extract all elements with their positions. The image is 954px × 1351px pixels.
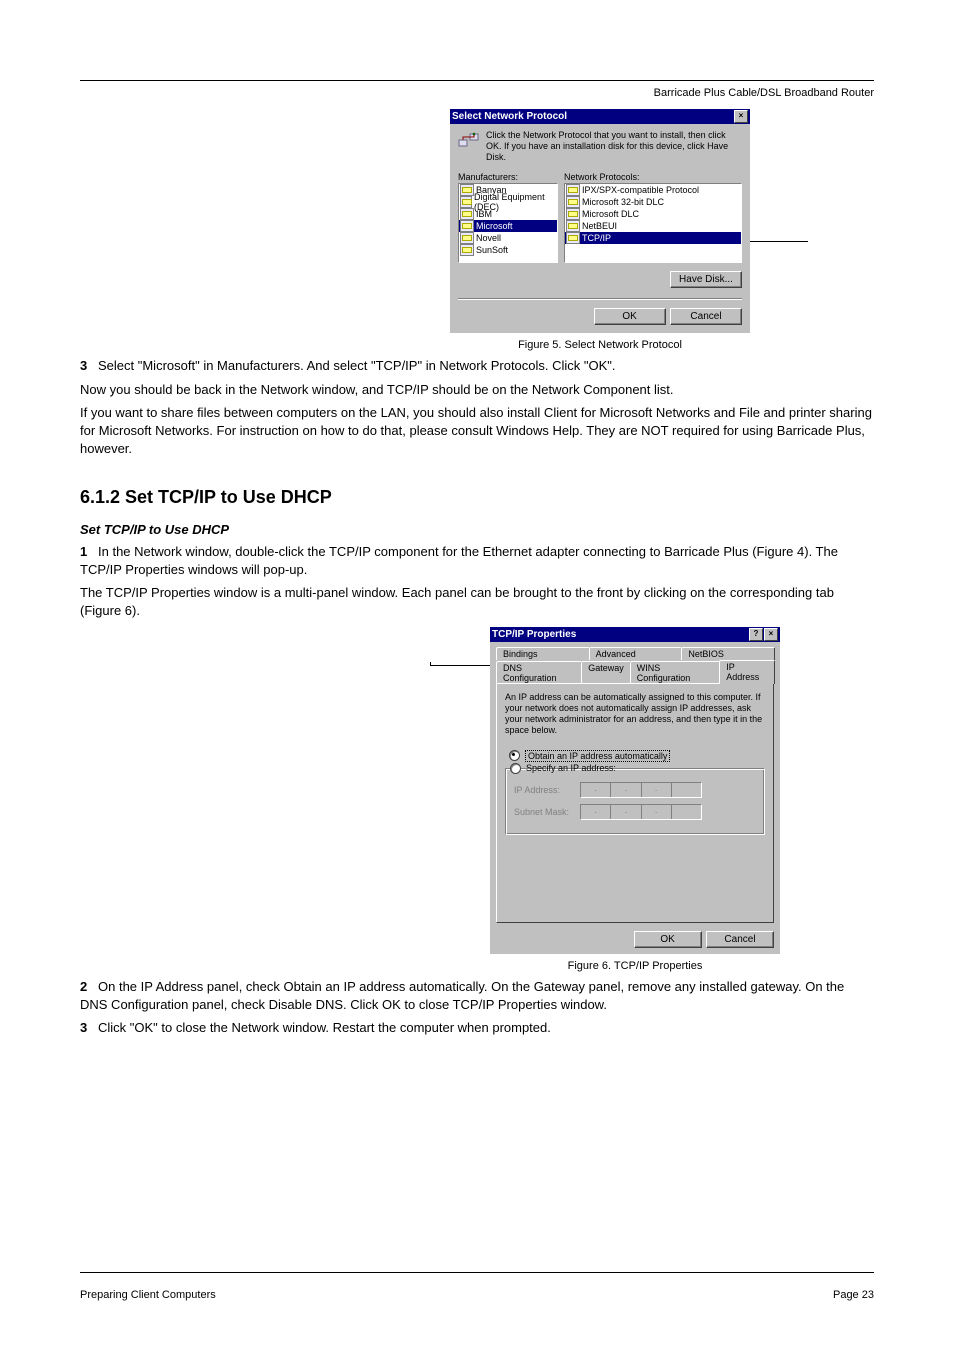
tab-description: An IP address can be automatically assig…: [505, 692, 765, 735]
manufacturers-list[interactable]: BanyanDigital Equipment (DEC)IBMMicrosof…: [458, 183, 558, 263]
figure1-caption: Figure 5. Select Network Protocol: [450, 339, 750, 351]
dialog-title: TCP/IP Properties: [492, 629, 576, 640]
header-product: Barricade Plus Cable/DSL Broadband Route…: [80, 87, 874, 99]
tab-bar: BindingsAdvancedNetBIOS DNS Configuration…: [496, 646, 774, 684]
figure2-caption: Figure 6. TCP/IP Properties: [490, 960, 780, 972]
dialog-title: Select Network Protocol: [452, 111, 567, 122]
specify-ip-group: Specify an IP address: IP Address: ... S…: [505, 768, 765, 835]
tcpip-properties-dialog: TCP/IP Properties ? × BindingsAdvancedNe…: [490, 627, 780, 954]
step-2-text: 2On the IP Address panel, check Obtain a…: [80, 978, 874, 1013]
list-item[interactable]: Microsoft: [459, 220, 557, 232]
ok-button[interactable]: OK: [594, 308, 666, 325]
callout-leader: [430, 665, 490, 666]
tab-bindings[interactable]: Bindings: [496, 647, 590, 660]
footer-section: Preparing Client Computers: [80, 1289, 216, 1301]
body-text: Now you should be back in the Network wi…: [80, 381, 874, 399]
step-3b-text: 3Click "OK" to close the Network window.…: [80, 1019, 874, 1037]
callout-leader: [750, 241, 808, 242]
list-item[interactable]: Novell: [459, 232, 557, 244]
radio-obtain-auto[interactable]: Obtain an IP address automatically: [509, 750, 765, 762]
list-item[interactable]: IPX/SPX-compatible Protocol: [565, 184, 741, 196]
list-item[interactable]: Microsoft 32-bit DLC: [565, 196, 741, 208]
body-text: If you want to share files between compu…: [80, 404, 874, 457]
have-disk-button[interactable]: Have Disk...: [670, 271, 742, 288]
ip-address-label: IP Address:: [514, 785, 580, 795]
list-item[interactable]: Digital Equipment (DEC): [459, 196, 557, 208]
ip-address-field: ...: [580, 782, 702, 798]
section-title: 6.1.2 Set TCP/IP to Use DHCP: [80, 487, 874, 508]
cancel-button[interactable]: Cancel: [706, 931, 774, 948]
tab-wins-configuration[interactable]: WINS Configuration: [630, 661, 721, 684]
list-item[interactable]: NetBEUI: [565, 220, 741, 232]
close-icon[interactable]: ×: [734, 110, 748, 123]
body-text: The TCP/IP Properties window is a multi-…: [80, 584, 874, 619]
help-icon[interactable]: ?: [749, 628, 763, 641]
list-item[interactable]: Microsoft DLC: [565, 208, 741, 220]
subnet-mask-label: Subnet Mask:: [514, 807, 580, 817]
step-3-text: 3Select "Microsoft" in Manufacturers. An…: [80, 357, 874, 375]
network-protocol-icon: [458, 130, 480, 150]
select-network-protocol-dialog: Select Network Protocol × Click: [450, 109, 750, 333]
tab-gateway[interactable]: Gateway: [581, 661, 631, 684]
ok-button[interactable]: OK: [634, 931, 702, 948]
tab-advanced[interactable]: Advanced: [589, 647, 683, 660]
protocols-list[interactable]: IPX/SPX-compatible ProtocolMicrosoft 32-…: [564, 183, 742, 263]
subsection-title: Set TCP/IP to Use DHCP: [80, 522, 874, 537]
tab-dns-configuration[interactable]: DNS Configuration: [496, 661, 582, 684]
manufacturers-label: Manufacturers:: [458, 172, 558, 182]
list-item[interactable]: TCP/IP: [565, 232, 741, 244]
subnet-mask-field: ...: [580, 804, 702, 820]
close-icon[interactable]: ×: [764, 628, 778, 641]
dialog-instruction: Click the Network Protocol that you want…: [486, 130, 742, 162]
radio-specify-ip[interactable]: Specify an IP address:: [510, 763, 756, 774]
tab-ip-address[interactable]: IP Address: [719, 660, 775, 684]
step-1-text: 1In the Network window, double-click the…: [80, 543, 874, 578]
list-item[interactable]: SunSoft: [459, 244, 557, 256]
tab-netbios[interactable]: NetBIOS: [681, 647, 775, 660]
cancel-button[interactable]: Cancel: [670, 308, 742, 325]
footer-page: Page 23: [833, 1289, 874, 1301]
protocols-label: Network Protocols:: [564, 172, 742, 182]
